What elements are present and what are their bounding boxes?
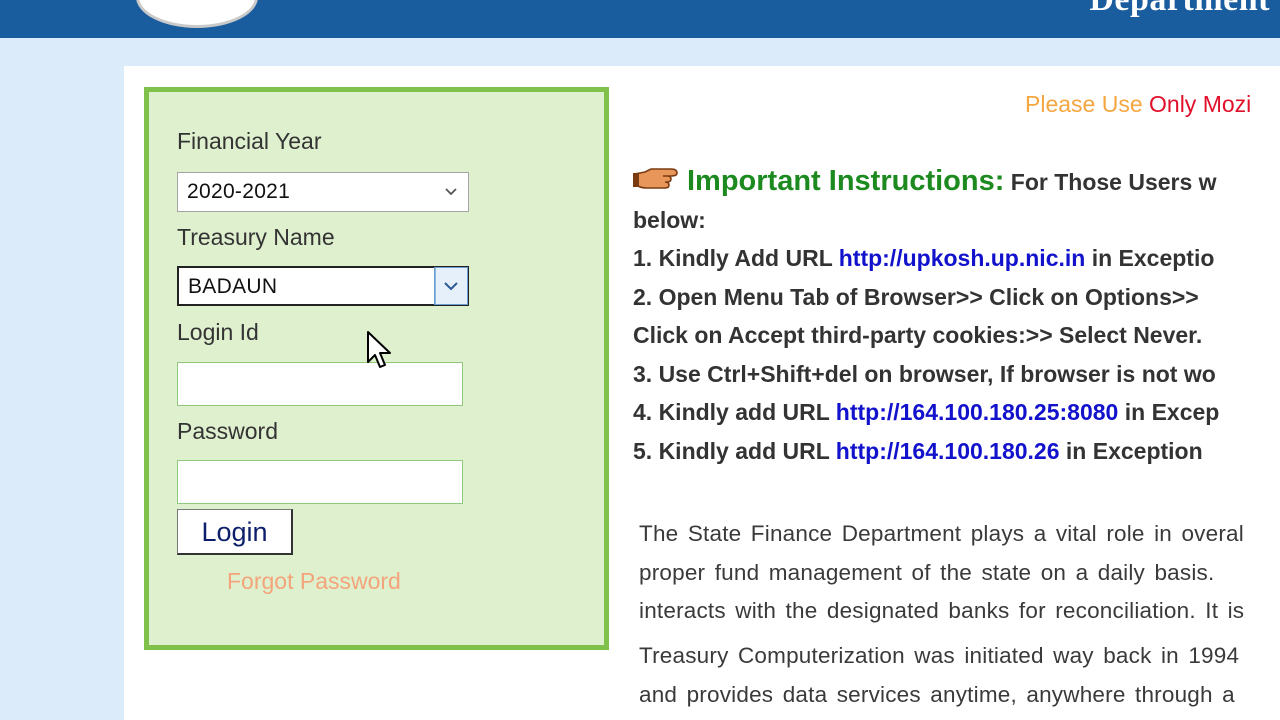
instruction-item: 5. Kindly add URL http://164.100.180.26 … <box>633 437 1203 464</box>
url-link[interactable]: http://164.100.180.25:8080 <box>836 399 1119 425</box>
about-paragraph: The State Finance Department plays a vit… <box>639 515 1244 631</box>
main-content: Financial Year 2020-2021 Treasury Name B… <box>124 66 1280 720</box>
instructions-intro-cont: below: <box>633 206 706 233</box>
instruction-item: 2. Open Menu Tab of Browser>> Click on O… <box>633 283 1199 310</box>
password-label: Password <box>177 418 278 444</box>
login-id-label: Login Id <box>177 319 259 345</box>
instruction-item: Click on Accept third-party cookies:>> S… <box>633 322 1203 348</box>
about-line: The State Finance Department plays a vit… <box>639 521 1244 546</box>
site-header: Department <box>0 0 1280 38</box>
browser-notice: Please Use Only Mozi <box>1025 91 1251 118</box>
instruction-item: 1. Kindly Add URL http://upkosh.up.nic.i… <box>633 245 1215 271</box>
instruction-item: 3. Use Ctrl+Shift+del on browser, If bro… <box>633 360 1216 387</box>
financial-year-label: Financial Year <box>177 128 322 154</box>
treasury-name-select[interactable]: BADAUN <box>177 266 469 306</box>
instructions-intro: For Those Users w <box>1010 169 1217 195</box>
browser-notice-part1: Please Use <box>1025 91 1150 117</box>
department-title: Department <box>1089 0 1270 19</box>
instructions-heading: Important Instructions: <box>687 165 1005 197</box>
chevron-down-icon[interactable] <box>434 267 468 305</box>
instruction-item: 4. Kindly add URL http://164.100.180.25:… <box>633 399 1220 425</box>
computerization-paragraph: Treasury Computerization was initiated w… <box>639 637 1239 714</box>
forgot-password-link[interactable]: Forgot Password <box>227 568 401 595</box>
chevron-down-icon <box>442 173 460 211</box>
login-id-input[interactable] <box>177 362 463 406</box>
password-input[interactable] <box>177 460 463 504</box>
about-line: interacts with the designated banks for … <box>639 598 1245 623</box>
login-button[interactable]: Login <box>177 509 293 555</box>
about-line: Treasury Computerization was initiated w… <box>639 643 1240 668</box>
treasury-name-value: BADAUN <box>188 275 278 298</box>
about-line: proper fund management of the state on a… <box>639 559 1215 585</box>
pointing-hand-icon <box>633 165 679 203</box>
url-link[interactable]: http://164.100.180.26 <box>836 438 1060 464</box>
browser-notice-part2: Only Mozi <box>1149 91 1252 117</box>
financial-year-select[interactable]: 2020-2021 <box>177 172 469 212</box>
about-line: and provides data services anytime, anyw… <box>639 681 1235 707</box>
url-link[interactable]: http://upkosh.up.nic.in <box>839 245 1086 271</box>
emblem-logo <box>136 0 258 28</box>
treasury-name-label: Treasury Name <box>177 224 335 250</box>
financial-year-value: 2020-2021 <box>187 180 291 203</box>
instructions-block: Important Instructions: For Those Users … <box>633 162 1280 470</box>
mouse-cursor-icon <box>366 330 394 377</box>
